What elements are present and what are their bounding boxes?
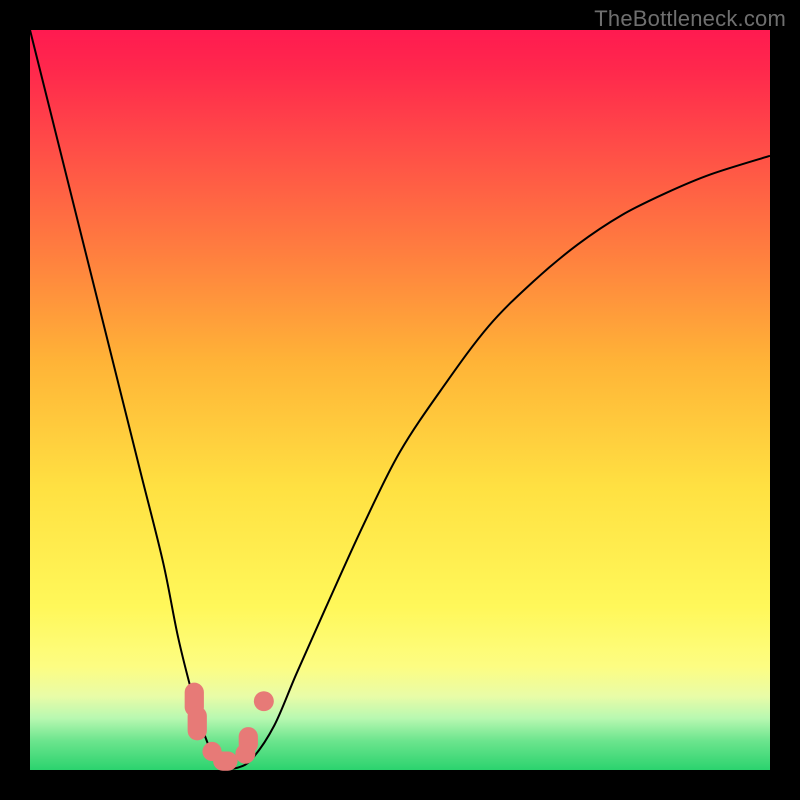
curve-marker-dot [254,691,274,711]
chart-plot-area [30,30,770,770]
curve-marker-pill [239,727,258,754]
curve-markers [185,683,274,771]
watermark-label: TheBottleneck.com [594,6,786,32]
bottleneck-curve-svg [30,30,770,770]
bottleneck-curve [30,30,770,769]
curve-marker-pill [213,752,237,771]
curve-marker-pill [188,706,207,740]
